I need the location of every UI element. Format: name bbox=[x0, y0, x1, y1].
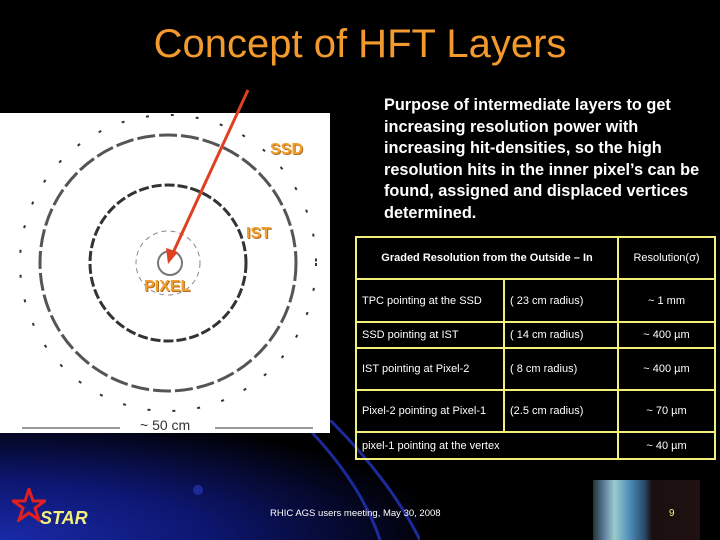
table-row: pixel-1 pointing at the vertex ~ 40 µm bbox=[355, 431, 716, 460]
footer-text: RHIC AGS users meeting, May 30, 2008 bbox=[270, 508, 441, 519]
table-row: SSD pointing at IST( 14 cm radius) ~ 400 … bbox=[355, 321, 716, 349]
row-resolution: ~ 400 µm bbox=[617, 347, 716, 391]
header-resolution: Resolution(σ) bbox=[617, 236, 716, 280]
background-dot bbox=[193, 485, 203, 495]
row-description: TPC pointing at the SSD bbox=[355, 278, 505, 323]
pixel-label: PIXEL bbox=[144, 278, 191, 295]
row-description: pixel-1 pointing at the vertex bbox=[355, 431, 619, 460]
row-description: IST pointing at Pixel-2 bbox=[355, 347, 505, 391]
row-description: Pixel-2 pointing at Pixel-1 bbox=[355, 389, 505, 433]
page-number: 9 bbox=[669, 508, 675, 519]
row-resolution: ~ 40 µm bbox=[617, 431, 716, 460]
table-row: Pixel-2 pointing at Pixel-1 (2.5 cm radiu… bbox=[355, 389, 716, 433]
ssd-label: SSD bbox=[270, 141, 303, 158]
window-picture bbox=[593, 480, 700, 540]
row-resolution: ~ 400 µm bbox=[617, 321, 716, 349]
table-header-row: Graded Resolution from the Outside – In … bbox=[355, 236, 716, 280]
pointer-arrow bbox=[166, 89, 250, 264]
row-radius: ( 14 cm radius) bbox=[504, 321, 619, 349]
resolution-table: Graded Resolution from the Outside – In … bbox=[355, 236, 716, 460]
table-row: IST pointing at Pixel-2( 8 cm radius) ~ 4… bbox=[355, 347, 716, 391]
star-logo-text: STAR bbox=[40, 508, 88, 528]
row-radius: (2.5 cm radius) bbox=[504, 389, 619, 433]
slide-title: Concept of HFT Layers bbox=[153, 22, 567, 66]
purpose-text: Purpose of intermediate layers to get in… bbox=[384, 96, 700, 222]
row-radius: ( 23 cm radius) bbox=[504, 278, 619, 323]
row-description: SSD pointing at IST bbox=[355, 321, 505, 349]
row-radius: ( 8 cm radius) bbox=[504, 347, 619, 391]
header-graded-resolution: Graded Resolution from the Outside – In bbox=[355, 236, 619, 280]
row-resolution: ~ 1 mm bbox=[617, 278, 716, 323]
table-row: TPC pointing at the SSD( 23 cm radius) ~ … bbox=[355, 278, 716, 323]
scale-label: ~ 50 cm bbox=[140, 417, 191, 433]
row-resolution: ~ 70 µm bbox=[617, 389, 716, 433]
